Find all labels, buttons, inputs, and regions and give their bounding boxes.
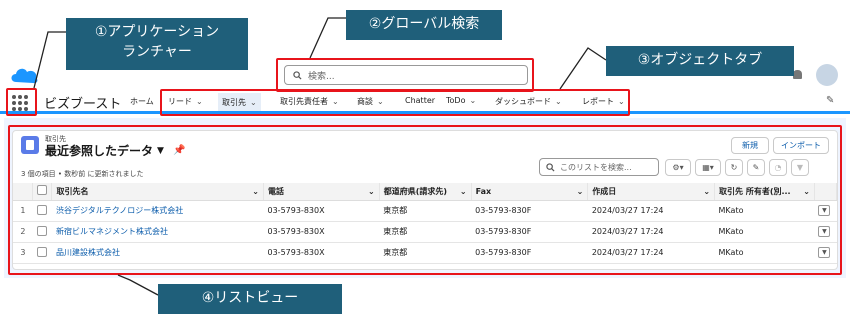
callout-global-search: ②グローバル検索 xyxy=(346,10,502,40)
callout-list-view: ④リストビュー xyxy=(158,284,342,314)
callout-app-launcher: ①アプリケーション ランチャー xyxy=(66,18,248,70)
callout-object-tabs: ③オブジェクトタブ xyxy=(606,46,794,76)
